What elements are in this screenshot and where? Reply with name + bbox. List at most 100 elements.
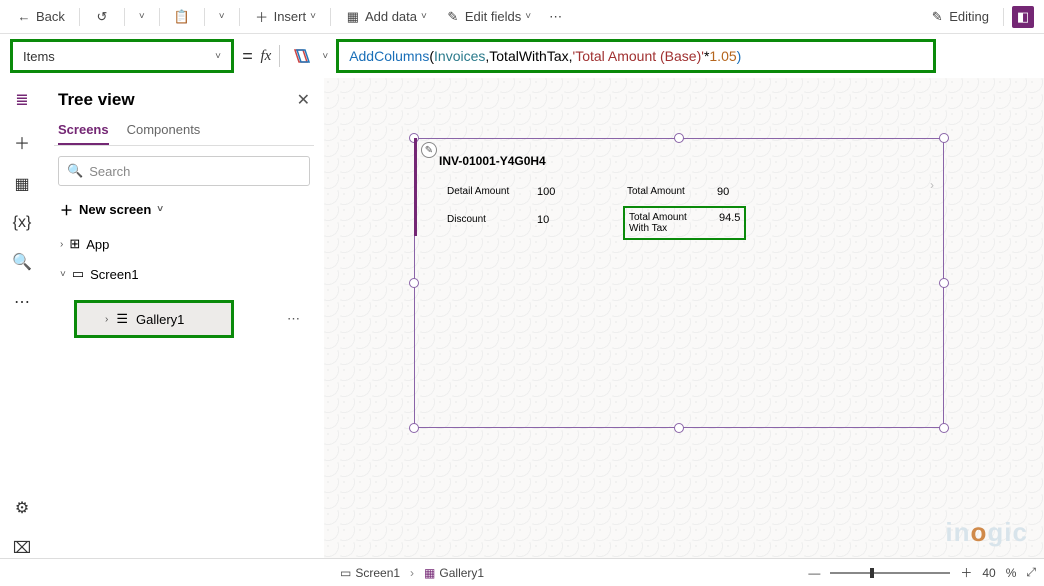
- variables-rail-icon[interactable]: {x}: [13, 214, 32, 232]
- tree-view-rail-icon[interactable]: ≣: [15, 90, 28, 110]
- breadcrumb-screen-label: Screen1: [355, 566, 400, 580]
- arrow-left-icon: ←: [16, 9, 32, 25]
- chevron-down-icon: ˅: [215, 51, 221, 62]
- paste-menu[interactable]: ˅: [213, 8, 231, 25]
- formula-token-col: TotalWithTax: [489, 48, 568, 64]
- undo-icon: ↺: [94, 9, 110, 25]
- equals-sign: =: [242, 46, 253, 67]
- resize-handle[interactable]: [409, 423, 419, 433]
- gallery-icon: ▦: [424, 566, 435, 580]
- edit-fields-button[interactable]: ✎ Edit fields ˅: [439, 6, 537, 28]
- canvas[interactable]: ✎ › INV-01001-Y4G0H4 Detail Amount 100 T…: [324, 78, 1044, 558]
- undo-menu[interactable]: ˅: [133, 8, 151, 25]
- breadcrumb-gallery-label: Gallery1: [439, 566, 484, 580]
- tree-row-screen1[interactable]: ˅ ▭ Screen1: [54, 259, 314, 289]
- zoom-out-button[interactable]: —: [808, 566, 820, 580]
- edit-item-icon[interactable]: ✎: [421, 142, 437, 158]
- resize-handle[interactable]: [674, 423, 684, 433]
- discount-value: 10: [537, 214, 549, 226]
- chevron-down-icon: ˅: [310, 11, 316, 22]
- invoice-id: INV-01001-Y4G0H4: [439, 154, 546, 168]
- detail-amount-value: 100: [537, 186, 555, 198]
- resize-handle[interactable]: [939, 278, 949, 288]
- copilot-icon: ◧: [1017, 9, 1029, 25]
- gallery-item[interactable]: ✎ › INV-01001-Y4G0H4 Detail Amount 100 T…: [414, 138, 944, 236]
- tree-row-gallery1[interactable]: › ☰ Gallery1: [77, 303, 231, 335]
- more-button[interactable]: ⋯: [543, 6, 568, 28]
- add-data-label: Add data: [365, 9, 417, 24]
- formula-bar: Items ˅ = fx ˅ AddColumns( Invoices, Tot…: [0, 34, 1044, 78]
- detail-amount-label: Detail Amount: [447, 186, 521, 198]
- gallery1-label: Gallery1: [136, 312, 184, 327]
- row-more-button[interactable]: ⋯: [287, 311, 308, 327]
- zoom-unit: %: [1006, 566, 1017, 580]
- tab-components[interactable]: Components: [127, 116, 201, 145]
- separator: [1003, 8, 1004, 26]
- search-icon: 🔍: [67, 163, 83, 179]
- clipboard-icon: 📋: [174, 9, 190, 25]
- formula-token-number: 1.05: [709, 48, 736, 64]
- add-data-button[interactable]: ▦ Add data ˅: [339, 6, 433, 28]
- tools-rail-icon[interactable]: ⌧: [13, 538, 31, 558]
- settings-rail-icon[interactable]: ⚙: [15, 498, 29, 518]
- total-with-tax-value: 94.5: [719, 212, 740, 234]
- breadcrumb-gallery[interactable]: ▦ Gallery1: [424, 566, 484, 580]
- gallery-control[interactable]: ✎ › INV-01001-Y4G0H4 Detail Amount 100 T…: [414, 138, 944, 428]
- screen-icon: ▭: [72, 266, 84, 282]
- search-rail-icon[interactable]: 🔍: [12, 252, 32, 272]
- chevron-down-icon[interactable]: ˅: [322, 51, 328, 62]
- table-icon: ▦: [345, 9, 361, 25]
- formula-copilot-button[interactable]: [288, 45, 314, 67]
- ellipsis-icon: ⋯: [549, 9, 562, 25]
- screen1-label: Screen1: [90, 267, 138, 282]
- editing-mode-button[interactable]: ✎ Editing: [923, 6, 995, 28]
- separator: [79, 8, 80, 26]
- plus-icon: ＋: [60, 200, 73, 219]
- zoom-value: 40: [982, 566, 995, 580]
- paste-button[interactable]: 📋: [168, 6, 196, 28]
- breadcrumb-screen[interactable]: ▭ Screen1: [340, 566, 400, 580]
- zoom-slider[interactable]: [830, 572, 950, 574]
- new-screen-label: New screen: [79, 202, 151, 217]
- tree-view-title: Tree view: [58, 90, 135, 110]
- formula-input[interactable]: AddColumns( Invoices, TotalWithTax, 'Tot…: [336, 39, 936, 73]
- separator: [330, 8, 331, 26]
- chevron-down-icon: ˅: [60, 269, 66, 280]
- more-rail-icon[interactable]: ⋯: [14, 292, 30, 312]
- new-screen-button[interactable]: ＋ New screen ˅: [54, 194, 314, 229]
- property-dropdown[interactable]: Items ˅: [10, 39, 234, 73]
- copilot-panel-button[interactable]: ◧: [1012, 6, 1034, 28]
- chevron-down-icon: ˅: [421, 11, 427, 22]
- back-button[interactable]: ← Back: [10, 6, 71, 28]
- zoom-in-button[interactable]: ＋: [960, 564, 972, 581]
- status-bar: ▭ Screen1 › ▦ Gallery1 — ＋ 40 % ⤢: [0, 558, 1044, 586]
- formula-token-fn: AddColumns: [349, 48, 429, 64]
- tree-items: › ⊞ App ˅ ▭ Screen1 › ☰ Gallery1: [54, 229, 314, 345]
- chevron-down-icon: ˅: [157, 204, 163, 215]
- separator: [279, 45, 280, 67]
- watermark: inogic: [945, 517, 1028, 548]
- separator: [204, 8, 205, 26]
- wand-icon: ✎: [445, 9, 461, 25]
- editing-label: Editing: [949, 9, 989, 24]
- resize-handle[interactable]: [409, 278, 419, 288]
- property-label: Items: [23, 49, 55, 64]
- tree-row-app[interactable]: › ⊞ App: [54, 229, 314, 259]
- fit-button[interactable]: ⤢: [1026, 565, 1036, 580]
- chevron-right-icon: ›: [930, 178, 934, 192]
- tab-screens[interactable]: Screens: [58, 116, 109, 145]
- insert-rail-icon[interactable]: ＋: [14, 130, 30, 154]
- chevron-down-icon: ˅: [139, 11, 145, 22]
- left-rail: ≣ ＋ ▦ {x} 🔍 ⋯ ⚙ ⌧: [0, 78, 44, 558]
- separator: [239, 8, 240, 26]
- discount-label: Discount: [447, 214, 521, 226]
- insert-button[interactable]: ＋ Insert ˅: [248, 6, 322, 28]
- close-tree-button[interactable]: ✕: [297, 90, 310, 110]
- chevron-right-icon: ›: [410, 566, 414, 580]
- resize-handle[interactable]: [939, 423, 949, 433]
- data-rail-icon[interactable]: ▦: [14, 174, 29, 194]
- tree-search-input[interactable]: 🔍 Search: [58, 156, 310, 186]
- tree-tabs: Screens Components: [54, 116, 314, 146]
- total-amount-value: 90: [717, 186, 729, 198]
- undo-button[interactable]: ↺: [88, 6, 116, 28]
